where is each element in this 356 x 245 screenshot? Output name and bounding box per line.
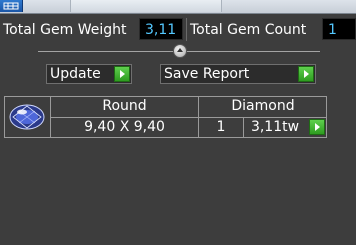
update-button-label: Update [50,66,101,82]
window-top-strip [0,0,356,14]
gem-table: Round Diamond 9,40 X 9,40 1 3,11tw [4,96,327,138]
round-diamond-icon[interactable] [5,97,51,137]
update-button[interactable]: Update [46,64,132,84]
save-report-button-label: Save Report [164,66,250,82]
slider-handle-icon[interactable] [173,44,187,58]
green-play-arrow-icon[interactable] [298,66,314,82]
gem-weight: 3,11tw [250,119,300,135]
app-icon[interactable] [0,0,23,12]
window-tab[interactable] [70,0,222,12]
gem-quantity: 1 [216,119,226,135]
total-gem-count-label: Total Gem Count [190,22,307,38]
green-play-arrow-icon[interactable] [309,119,325,135]
save-report-button[interactable]: Save Report [160,64,316,84]
total-gem-count-value: 1 [322,18,356,40]
green-play-arrow-icon[interactable] [114,66,130,82]
total-gem-weight-value: 3,11 [139,18,183,40]
totals-divider [186,18,187,41]
gem-shape: Round [102,98,147,114]
gem-dimensions: 9,40 X 9,40 [84,119,165,135]
gem-row-action[interactable] [305,118,326,137]
gem-stone: Diamond [231,98,295,114]
total-gem-weight-label: Total Gem Weight [3,22,127,38]
totals-row: Total Gem Weight 3,11 Total Gem Count 1 [0,18,356,42]
